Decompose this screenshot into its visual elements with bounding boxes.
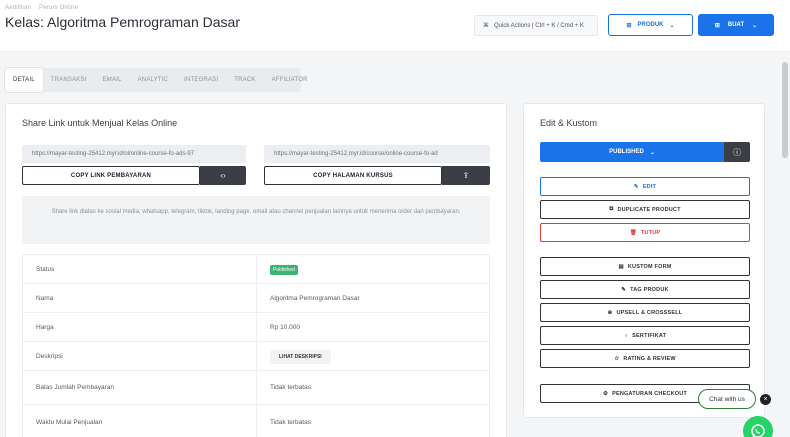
tag-label: TAG PRODUK	[630, 286, 669, 293]
lightbulb-icon: ♁	[623, 332, 629, 339]
table-row: Status Published	[23, 255, 489, 284]
share-card: Share Link untuk Menjual Kelas Online ht…	[5, 103, 507, 437]
deskripsi-value: LIHAT DESKRIPSI	[257, 349, 331, 364]
payment-link-field[interactable]: https://mayar-testing-25412.myr.id/ol/on…	[22, 145, 246, 163]
tab-track[interactable]: TRACK	[226, 68, 263, 92]
status-badge: Published	[270, 264, 298, 275]
chevron-down-icon: ⌄	[752, 22, 758, 29]
edit-button[interactable]: ✎ EDIT	[540, 177, 750, 196]
top-bar: Aedillium Perum Online Kelas: Algoritma …	[0, 0, 790, 52]
produk-label: PRODUK	[637, 22, 664, 28]
tab-bar: DETAIL TRANSAKSI EMAIL ANALYTIC INTEGRAS…	[5, 68, 308, 92]
deskripsi-label: Deskripsi	[23, 342, 257, 370]
table-row: Waktu Mulai Penjualan Tidak terbatas	[23, 405, 489, 437]
edit-icon: ✎	[633, 183, 639, 190]
table-row: Batas Jumlah Pembayaran Tidak terbatas	[23, 371, 489, 405]
harga-value: Rp 10.000	[270, 323, 300, 331]
breadcrumb-item[interactable]: Aedillium	[5, 5, 31, 11]
edit-title: Edit & Kustom	[540, 118, 598, 128]
trash-icon: 🗑︎	[629, 229, 637, 236]
breadcrumb: Aedillium Perum Online	[5, 5, 84, 11]
tab-affiliator[interactable]: AFFILIATOR	[264, 68, 316, 92]
upsell-crosssell-button[interactable]: ⊕ UPSELL & CROSSSELL	[540, 303, 750, 322]
close-icon[interactable]: ×	[760, 394, 771, 405]
produk-button[interactable]: ⊞ PRODUK ⌄	[608, 14, 693, 36]
duplicate-label: DUPLICATE PRODUCT	[617, 206, 681, 213]
tag-produk-button[interactable]: ✎ TAG PRODUK	[540, 280, 750, 299]
waktu-label: Waktu Mulai Penjualan	[23, 405, 257, 437]
command-icon: ⌘	[483, 23, 489, 29]
plus-square-icon: ⊞	[626, 22, 632, 29]
buat-label: BUAT	[727, 22, 745, 28]
copy-payment-link-button[interactable]: COPY LINK PEMBAYARAN	[22, 166, 200, 185]
status-label: Status	[23, 255, 257, 283]
course-link-field[interactable]: https://mayar-testing-25412.myr.id/cours…	[264, 145, 490, 163]
star-icon: ☆	[614, 355, 620, 362]
edit-label: EDIT	[642, 183, 657, 190]
share-info-text: Share link diatas ke sosial media, whats…	[22, 196, 490, 244]
nama-label: Nama	[23, 284, 257, 312]
checkout-label: PENGATURAN CHECKOUT	[612, 390, 688, 397]
rating-review-button[interactable]: ☆ RATING & REVIEW	[540, 349, 750, 368]
edit-card: Edit & Kustom PUBLISHED ⌄ ⓘ ✎ EDIT ⧉ DUPLI…	[523, 103, 765, 418]
waktu-value: Tidak terbatas	[270, 418, 311, 426]
tab-analytic[interactable]: ANALYTIC	[130, 68, 177, 92]
table-row: Deskripsi LIHAT DESKRIPSI	[23, 342, 489, 371]
embed-code-button[interactable]: ‹›	[200, 166, 246, 185]
kustom-form-button[interactable]: ▤ KUSTOM FORM	[540, 257, 750, 276]
batas-label: Batas Jumlah Pembayaran	[23, 371, 257, 404]
gear-icon: ⚙	[602, 390, 609, 397]
share-icon: ⇪	[462, 171, 470, 180]
harga-label: Harga	[23, 313, 257, 341]
tutup-button[interactable]: 🗑︎ TUTUP	[540, 223, 750, 242]
tab-transaksi[interactable]: TRANSAKSI	[43, 68, 95, 92]
rating-label: RATING & REVIEW	[623, 355, 676, 362]
details-table: Status Published Nama Algoritma Pemrogra…	[22, 254, 490, 437]
whatsapp-icon	[751, 424, 765, 437]
form-icon: ▤	[618, 263, 624, 270]
published-dropdown[interactable]: PUBLISHED ⌄	[540, 142, 724, 162]
sertifikat-label: SERTIFIKAT	[632, 332, 667, 339]
tab-email[interactable]: EMAIL	[95, 68, 130, 92]
whatsapp-button[interactable]	[743, 416, 773, 437]
chevron-down-icon: ⌄	[669, 22, 675, 29]
copy-course-page-button[interactable]: COPY HALAMAN KURSUS	[264, 166, 442, 185]
share-title: Share Link untuk Menjual Kelas Online	[22, 118, 178, 128]
copy-icon: ⧉	[609, 206, 614, 212]
lihat-deskripsi-button[interactable]: LIHAT DESKRIPSI	[270, 349, 331, 364]
breadcrumb-item[interactable]: Perum Online	[39, 5, 78, 11]
quick-actions-button[interactable]: ⌘ Quick Actions | Ctrl + K / Cmd + K	[474, 15, 598, 36]
tab-detail[interactable]: DETAIL	[5, 68, 43, 92]
kustom-label: KUSTOM FORM	[627, 263, 672, 270]
chat-with-us-button[interactable]: Chat with us	[698, 389, 756, 409]
plus-circle-icon: ⊕	[607, 309, 613, 316]
tutup-label: TUTUP	[640, 229, 661, 236]
upsell-label: UPSELL & CROSSSELL	[616, 309, 683, 316]
published-label: PUBLISHED	[609, 149, 644, 155]
nama-value: Algoritma Pemrograman Dasar	[270, 294, 360, 302]
status-value: Published	[257, 264, 298, 275]
tag-icon: ✎	[621, 286, 627, 293]
plus-square-icon: ⊞	[714, 22, 720, 29]
share-button[interactable]: ⇪	[442, 166, 490, 185]
info-button[interactable]: ⓘ	[724, 142, 750, 162]
page-title: Kelas: Algoritma Pemrograman Dasar	[5, 14, 240, 30]
sertifikat-button[interactable]: ♁ SERTIFIKAT	[540, 326, 750, 345]
chevron-down-icon: ⌄	[649, 149, 655, 156]
buat-button[interactable]: ⊞ BUAT ⌄	[698, 14, 774, 36]
duplicate-product-button[interactable]: ⧉ DUPLICATE PRODUCT	[540, 200, 750, 219]
quick-actions-label: Quick Actions | Ctrl + K / Cmd + K	[494, 22, 584, 29]
scrollbar-thumb[interactable]	[782, 62, 788, 158]
tab-integrasi[interactable]: INTEGRASI	[176, 68, 226, 92]
info-icon: ⓘ	[733, 147, 741, 157]
code-icon: ‹›	[220, 171, 226, 180]
batas-value: Tidak terbatas	[270, 384, 311, 391]
table-row: Nama Algoritma Pemrograman Dasar	[23, 284, 489, 313]
table-row: Harga Rp 10.000	[23, 313, 489, 342]
